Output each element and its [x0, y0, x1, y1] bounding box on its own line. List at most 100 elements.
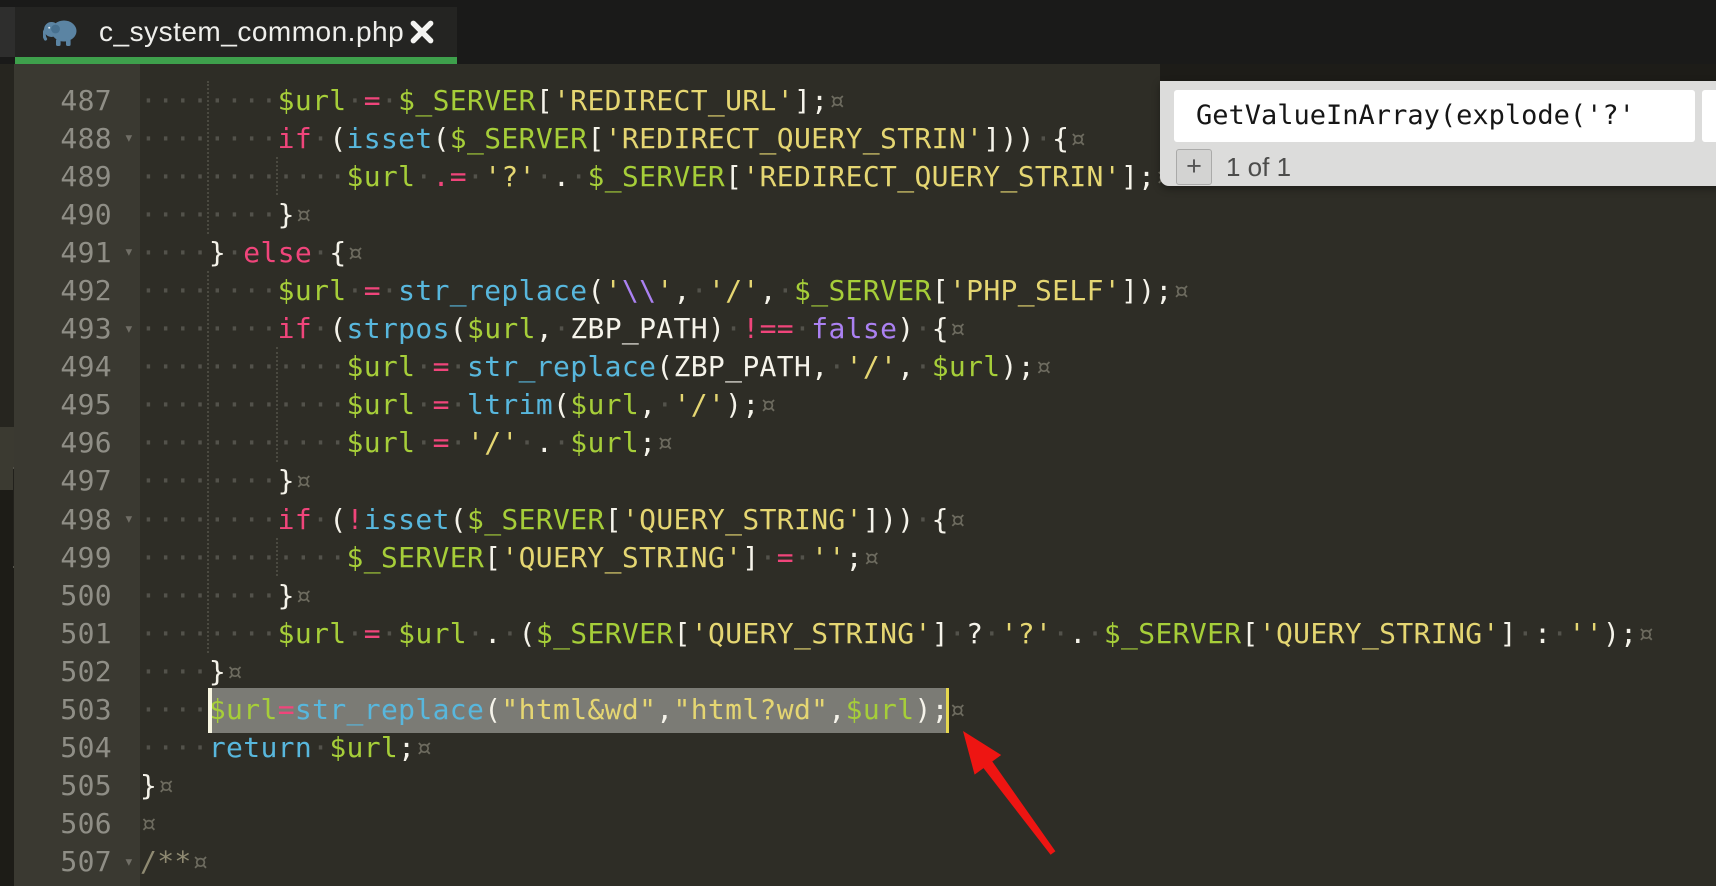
find-options-button[interactable] [1702, 90, 1716, 142]
code-token: = [433, 426, 450, 459]
code-token: ! [347, 503, 364, 536]
code-token: . [1069, 617, 1086, 650]
code-line-501[interactable]: 501········$url·=·$url·.·($_SERVER['QUER… [0, 614, 1716, 652]
code-token: · [347, 274, 364, 307]
code-token: ···· [140, 655, 209, 688]
fold-arrow-icon[interactable]: ▾ [112, 128, 140, 148]
code-token: ········ [140, 617, 278, 650]
code-token: · [312, 503, 329, 536]
code-token: ···· [140, 236, 209, 269]
php-elephant-icon [43, 16, 79, 48]
code-token: · [415, 388, 432, 421]
fold-arrow-icon[interactable]: ▾ [112, 242, 140, 262]
code-token: · [1551, 617, 1568, 650]
code-token: "html&wd" [501, 693, 656, 726]
fold-arrow-icon[interactable]: ▾ [112, 319, 140, 339]
code-token: $url [846, 693, 915, 726]
tab-c-system-common[interactable]: c_system_common.php [15, 7, 457, 57]
code-text: ········if·(!isset($_SERVER['QUERY_STRIN… [140, 503, 966, 536]
code-token: ············ [140, 350, 347, 383]
code-token: $url [329, 731, 398, 764]
code-token: } [209, 236, 226, 269]
code-line-505[interactable]: 505}¤ [0, 767, 1716, 805]
code-line-503[interactable]: 503····$url=str_replace("html&wd","html?… [0, 691, 1716, 729]
line-number: 492 [0, 274, 112, 307]
code-line-491[interactable]: 491▾····}·else·{¤ [0, 233, 1716, 271]
code-line-495[interactable]: 495············$url·=·ltrim($url,·'/');¤ [0, 386, 1716, 424]
code-token: 'PHP_SELF' [949, 274, 1121, 307]
code-token: 'QUERY_STRING' [501, 541, 742, 574]
code-line-504[interactable]: 504····return·$url;¤ [0, 729, 1716, 767]
code-line-502[interactable]: 502····}¤ [0, 652, 1716, 690]
code-line-496[interactable]: 496············$url·=·'/'·.·$url;¤ [0, 424, 1716, 462]
code-token: '/' [467, 426, 519, 459]
code-token: · [347, 617, 364, 650]
code-token: $url [347, 388, 416, 421]
code-token: ] [1500, 617, 1517, 650]
close-icon[interactable] [409, 19, 435, 45]
code-token: ············ [140, 426, 347, 459]
code-token: · [381, 617, 398, 650]
code-token: ········ [140, 503, 278, 536]
code-text: ········}¤ [140, 464, 312, 497]
eol-marker: ¤ [1069, 122, 1086, 155]
code-line-493[interactable]: 493▾········if·(strpos($url,·ZBP_PATH)·!… [0, 310, 1716, 348]
code-line-498[interactable]: 498▾········if·(!isset($_SERVER['QUERY_S… [0, 500, 1716, 538]
find-input[interactable]: GetValueInArray(explode('?' [1174, 90, 1695, 142]
code-area[interactable]: 487········$url·=·$_SERVER['REDIRECT_URL… [0, 81, 1716, 881]
eol-marker: ¤ [1035, 350, 1052, 383]
code-token: · [415, 426, 432, 459]
code-token: ])) [983, 122, 1035, 155]
code-token: if [278, 122, 312, 155]
fold-arrow-icon[interactable]: ▾ [112, 509, 140, 529]
eol-marker: ¤ [1173, 274, 1190, 307]
code-token: } [140, 769, 157, 802]
code-token: $url [570, 426, 639, 459]
code-line-494[interactable]: 494············$url·=·str_replace(ZBP_PA… [0, 348, 1716, 386]
line-number: 506 [0, 807, 112, 840]
code-token: · [949, 617, 966, 650]
code-token: $_SERVER [347, 541, 485, 574]
add-search-button[interactable]: + [1176, 149, 1212, 185]
code-text: ············$url·=·ltrim($url,·'/');¤ [140, 388, 777, 421]
code-text: ········}¤ [140, 579, 312, 612]
line-number: 505 [0, 769, 112, 802]
code-token: ( [450, 503, 467, 536]
code-line-499[interactable]: 499············$_SERVER['QUERY_STRING']·… [0, 538, 1716, 576]
fold-arrow-icon[interactable]: ▾ [112, 852, 140, 872]
code-token: · [656, 388, 673, 421]
find-panel-top-strip [1160, 64, 1716, 81]
code-line-506[interactable]: 506¤ [0, 805, 1716, 843]
code-token: 'REDIRECT_URL' [553, 84, 794, 117]
code-line-492[interactable]: 492········$url·=·str_replace('\\',·'/',… [0, 271, 1716, 309]
code-token: · [570, 160, 587, 193]
code-token: = [364, 274, 381, 307]
code-token: ); [725, 388, 759, 421]
code-token: $url [467, 312, 536, 345]
code-token: · [536, 160, 553, 193]
code-line-500[interactable]: 500········}¤ [0, 576, 1716, 614]
code-token: ? [966, 617, 983, 650]
line-number: 494 [0, 350, 112, 383]
code-line-497[interactable]: 497········}¤ [0, 462, 1716, 500]
code-token: · [915, 312, 932, 345]
code-token: ( [553, 388, 570, 421]
code-token: ( [519, 617, 536, 650]
code-token: · [381, 274, 398, 307]
code-token: , [639, 388, 656, 421]
line-number: 503 [0, 693, 112, 726]
code-token: '/' [674, 388, 726, 421]
code-token: str_replace [398, 274, 587, 307]
code-token: · [828, 350, 845, 383]
eol-marker: ¤ [1637, 617, 1654, 650]
eol-marker: ¤ [760, 388, 777, 421]
code-token: $url [278, 617, 347, 650]
code-token: · [226, 236, 243, 269]
code-token: $_SERVER [398, 84, 536, 117]
code-line-490[interactable]: 490········}¤ [0, 195, 1716, 233]
line-number: 504 [0, 731, 112, 764]
eol-marker: ¤ [656, 426, 673, 459]
code-token: $_SERVER [536, 617, 674, 650]
code-line-507[interactable]: 507▾/**¤ [0, 843, 1716, 881]
code-text: ············$_SERVER['QUERY_STRING']·=·'… [140, 541, 880, 574]
